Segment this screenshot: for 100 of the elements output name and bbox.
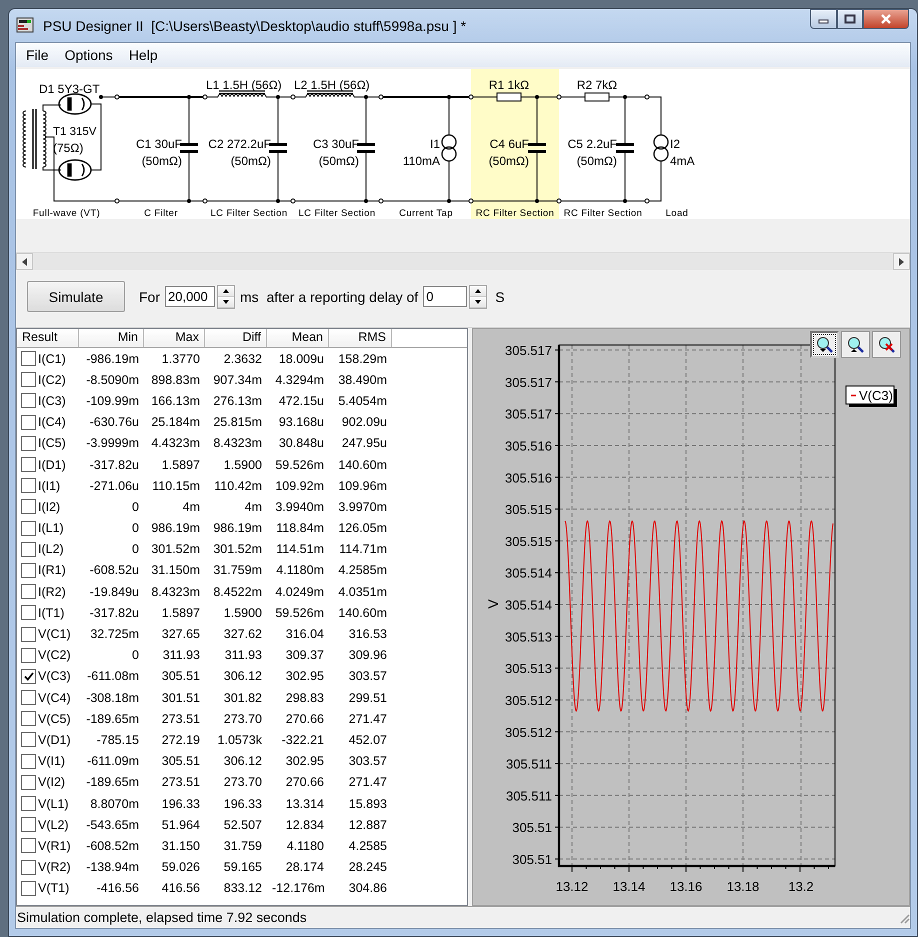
- table-cell-text: 28.245: [348, 860, 388, 874]
- checkbox[interactable]: [21, 626, 36, 642]
- close-button[interactable]: [863, 9, 909, 29]
- table-cell-text: 303.57: [348, 754, 388, 768]
- checkbox[interactable]: [21, 457, 36, 472]
- table-cell-text: 110.15m: [151, 478, 201, 493]
- result-name: I(T1): [38, 606, 64, 620]
- checkbox[interactable]: [21, 817, 36, 832]
- zoom-out-button[interactable]: [841, 331, 870, 358]
- arrow-down-icon: [475, 300, 482, 304]
- simulate-button[interactable]: Simulate: [27, 281, 125, 312]
- checkbox[interactable]: [21, 880, 36, 896]
- table-cell-text: 0: [131, 648, 140, 662]
- table-cell-text: 472.15u: [278, 394, 325, 408]
- table-cell-text: 270.66: [284, 775, 325, 790]
- table-cell-text: 1.5897: [160, 606, 201, 620]
- app-icon: [15, 16, 35, 34]
- table-cell-text: 32.725m: [89, 627, 140, 642]
- table-cell-text: 2.3632: [222, 352, 263, 366]
- checkbox[interactable]: [21, 520, 36, 536]
- checkbox[interactable]: [21, 838, 36, 854]
- junction-dot: [447, 199, 451, 203]
- component-label: 4mA: [670, 154, 695, 168]
- arrow-up-icon: [475, 288, 482, 292]
- spin-up-button[interactable]: [218, 286, 234, 296]
- section-label[interactable]: Current Tap: [399, 208, 453, 219]
- component-label: R2 7kΩ: [576, 78, 618, 92]
- checkbox[interactable]: [21, 499, 36, 514]
- checkbox[interactable]: [21, 860, 36, 875]
- menu-item[interactable]: Help: [122, 45, 165, 65]
- vacuum-tube-icon: [58, 159, 92, 181]
- checkbox[interactable]: [21, 393, 36, 408]
- current-source-icon: [653, 134, 669, 162]
- maximize-button[interactable]: [837, 9, 863, 29]
- table-cell-text: 38.490m: [337, 372, 388, 387]
- checkbox[interactable]: [21, 774, 36, 790]
- table-cell-text: 118.84m: [275, 521, 325, 536]
- table-cell-text: -416.56: [96, 881, 140, 896]
- table-cell-text: 1.3770: [160, 352, 201, 366]
- resistor-icon: [584, 92, 610, 102]
- spin-down-button[interactable]: [218, 296, 234, 308]
- table-cell-text: 4.0249m: [274, 584, 325, 599]
- section-label[interactable]: LC Filter Section: [298, 208, 376, 219]
- column-header[interactable]: RMS: [329, 329, 392, 347]
- column-header[interactable]: Diff: [205, 329, 267, 347]
- checkbox[interactable]: [21, 605, 36, 620]
- checkbox[interactable]: [21, 732, 36, 748]
- checkbox[interactable]: [21, 351, 36, 366]
- zoom-in-button[interactable]: [810, 331, 839, 358]
- check-icon: [24, 672, 34, 681]
- section-label[interactable]: RC Filter Section: [564, 208, 642, 219]
- table-cell-text: -138.94m: [85, 860, 140, 874]
- unit-label: S: [495, 288, 505, 304]
- checkbox[interactable]: [21, 796, 36, 812]
- resize-grip-icon[interactable]: [898, 912, 910, 924]
- checkbox[interactable]: [21, 436, 36, 451]
- checkbox[interactable]: [21, 584, 36, 600]
- minimize-button[interactable]: [810, 9, 837, 29]
- axis-tick-label: 305.514: [505, 598, 552, 612]
- checkbox[interactable]: [21, 372, 36, 388]
- checkbox[interactable]: [21, 414, 36, 430]
- scroll-right-button[interactable]: [893, 253, 910, 270]
- section-label[interactable]: C Filter: [144, 208, 178, 219]
- result-name: V(T1): [38, 881, 70, 896]
- checkbox[interactable]: [21, 668, 36, 684]
- table-cell-text: 8.4323m: [212, 436, 263, 450]
- checkbox[interactable]: [21, 648, 36, 663]
- spin-up-button[interactable]: [470, 286, 486, 296]
- spin-down-button[interactable]: [470, 296, 486, 308]
- checkbox[interactable]: [21, 711, 36, 726]
- number-field[interactable]: 0: [423, 286, 468, 307]
- section-label[interactable]: Full-wave (VT): [32, 208, 100, 219]
- menu-item[interactable]: Options: [58, 45, 120, 65]
- checkbox[interactable]: [21, 562, 36, 578]
- scroll-left-button[interactable]: [16, 253, 33, 270]
- column-header[interactable]: Max: [144, 329, 205, 347]
- checkbox[interactable]: [21, 754, 36, 769]
- checkbox[interactable]: [21, 478, 36, 494]
- table-cell-text: 4.0351m: [337, 584, 388, 599]
- junction-dot: [99, 95, 103, 99]
- menu-item[interactable]: File: [19, 45, 56, 65]
- axis-tick-label: 305.517: [505, 343, 552, 358]
- zoom-reset-button[interactable]: [872, 331, 901, 358]
- column-header[interactable]: Min: [79, 329, 144, 347]
- table-cell-text: 271.47: [348, 775, 388, 790]
- column-header[interactable]: Mean: [267, 329, 329, 347]
- section-label[interactable]: LC Filter Section: [210, 208, 288, 219]
- column-header[interactable]: Result: [17, 329, 79, 347]
- table-cell-text: -608.52u: [88, 563, 140, 578]
- section-label[interactable]: RC Filter Section: [476, 208, 554, 219]
- table-cell-text: 30.848u: [278, 436, 325, 450]
- table-cell-text: 4.2585m: [337, 563, 388, 578]
- number-field[interactable]: 20,000: [165, 286, 215, 307]
- table-cell-text: 59.526m: [274, 606, 325, 620]
- table-cell-text: 0: [131, 500, 140, 514]
- checkbox[interactable]: [21, 690, 36, 706]
- section-label[interactable]: Load: [666, 208, 688, 219]
- component-label: C2 272.2uF: [208, 137, 271, 151]
- checkbox[interactable]: [21, 542, 36, 557]
- axis-tick-label: 305.511: [506, 788, 552, 804]
